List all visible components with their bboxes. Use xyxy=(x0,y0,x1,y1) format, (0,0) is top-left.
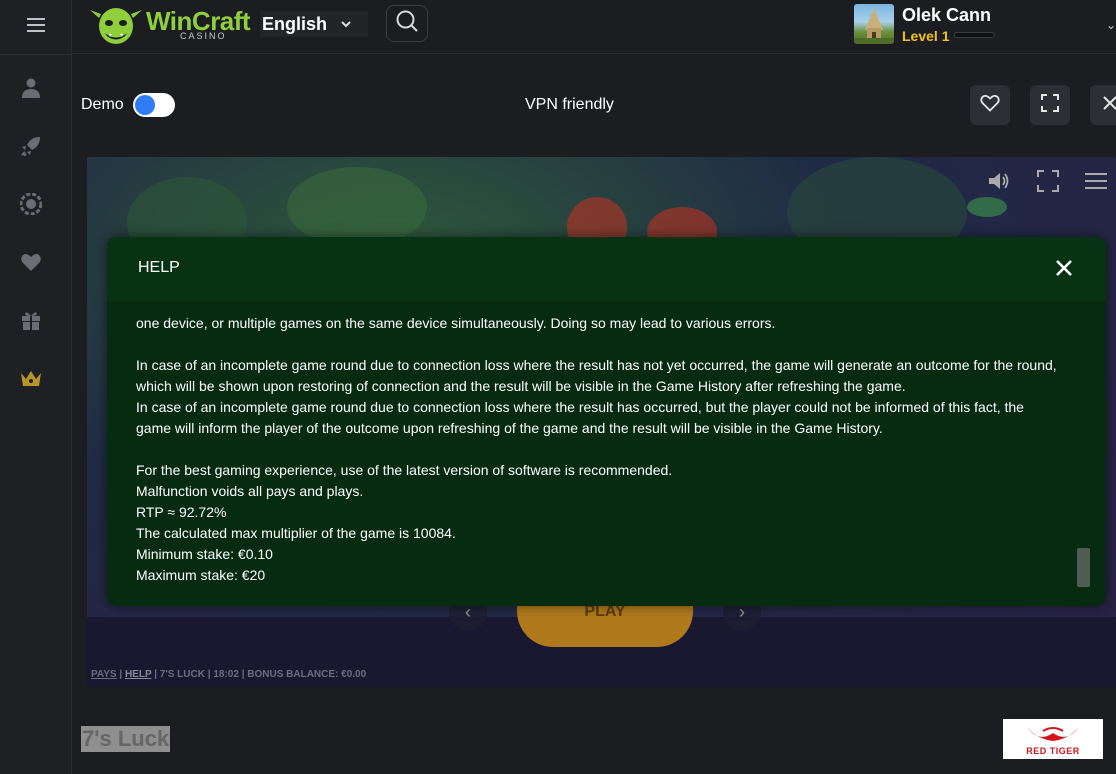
chevron-down-icon xyxy=(341,17,351,31)
help-text-line: In case of an incomplete game round due … xyxy=(136,399,1024,415)
brand-subtitle: CASINO xyxy=(180,31,227,41)
help-modal-body[interactable]: one device, or multiple games on the sam… xyxy=(136,313,1066,586)
heart-icon[interactable] xyxy=(18,249,44,275)
close-game-button[interactable] xyxy=(1090,85,1116,125)
rtp-value: RTP ≈ 92.72% xyxy=(136,504,227,520)
search-button[interactable] xyxy=(386,5,428,42)
sidebar xyxy=(0,0,72,774)
maximum-stake: Maximum stake: €20 xyxy=(136,567,266,583)
help-text-line: game will inform the player of the outco… xyxy=(136,420,883,436)
user-name: Olek Cann xyxy=(902,5,992,25)
hamburger-menu-icon[interactable] xyxy=(0,0,72,50)
rocket-icon[interactable] xyxy=(18,133,44,159)
footer-time: 18:02 xyxy=(213,669,239,680)
sidebar-divider xyxy=(0,54,72,55)
game-fullscreen-icon[interactable] xyxy=(1036,169,1060,193)
close-icon[interactable] xyxy=(1055,259,1075,279)
help-text-line: one device, or multiple games on the sam… xyxy=(136,315,776,331)
user-level: Level 1 xyxy=(902,28,950,44)
close-icon xyxy=(1103,95,1116,115)
help-text-line: which will be shown upon restoring of co… xyxy=(136,378,906,394)
max-multiplier: The calculated max multiplier of the gam… xyxy=(136,525,456,541)
favorite-button[interactable] xyxy=(970,85,1010,125)
fullscreen-icon xyxy=(1041,93,1059,117)
minimum-stake: Minimum stake: €0.10 xyxy=(136,546,273,562)
chip-icon[interactable] xyxy=(18,191,44,217)
vpn-friendly-label: VPN friendly xyxy=(525,96,614,113)
wincraft-logo[interactable] xyxy=(90,2,142,48)
footer-game-name: 7'S LUCK xyxy=(159,669,205,680)
help-text-line: Malfunction voids all pays and plays. xyxy=(136,483,364,499)
provider-logo[interactable]: RED TIGER xyxy=(1003,719,1103,759)
demo-label: Demo xyxy=(81,96,124,113)
scrollbar-thumb[interactable] xyxy=(1077,548,1090,587)
game-menu-icon[interactable] xyxy=(1084,169,1108,193)
search-icon xyxy=(396,10,418,37)
user-profile[interactable]: Olek Cann Level 1 ⌄ xyxy=(854,4,1116,46)
background-clover xyxy=(287,167,427,247)
top-bar: WinCraft CASINO English Olek Cann Level … xyxy=(72,0,1116,54)
game-title: 7's Luck xyxy=(81,726,171,752)
toggle-knob xyxy=(135,95,155,115)
heart-outline-icon xyxy=(980,94,1000,117)
provider-name: RED TIGER xyxy=(1026,745,1080,756)
language-selector[interactable]: English xyxy=(260,11,368,37)
help-modal-header: HELP xyxy=(107,237,1106,301)
avatar[interactable] xyxy=(854,4,894,44)
help-link[interactable]: HELP xyxy=(125,669,152,680)
footer-bonus-balance: BONUS BALANCE: €0.00 xyxy=(247,669,367,680)
pays-link[interactable]: PAYS xyxy=(91,669,117,680)
user-icon[interactable] xyxy=(18,75,44,101)
language-label: English xyxy=(262,13,328,34)
crown-icon[interactable] xyxy=(18,365,44,391)
chevron-down-icon[interactable]: ⌄ xyxy=(1106,18,1116,32)
game-footer: PAYS | HELP | 7'S LUCK | 18:02 | BONUS B… xyxy=(91,669,366,680)
help-modal-title: HELP xyxy=(138,259,180,276)
help-modal: HELP one device, or multiple games on th… xyxy=(107,237,1106,606)
help-text-line: For the best gaming experience, use of t… xyxy=(136,462,673,478)
demo-toggle[interactable] xyxy=(133,93,175,117)
gift-icon[interactable] xyxy=(18,307,44,333)
help-text-line: In case of an incomplete game round due … xyxy=(136,357,1057,373)
sound-icon[interactable] xyxy=(987,169,1011,193)
level-progress-bar xyxy=(954,32,995,38)
background-rainbow xyxy=(967,197,1007,217)
fullscreen-button[interactable] xyxy=(1030,85,1070,125)
